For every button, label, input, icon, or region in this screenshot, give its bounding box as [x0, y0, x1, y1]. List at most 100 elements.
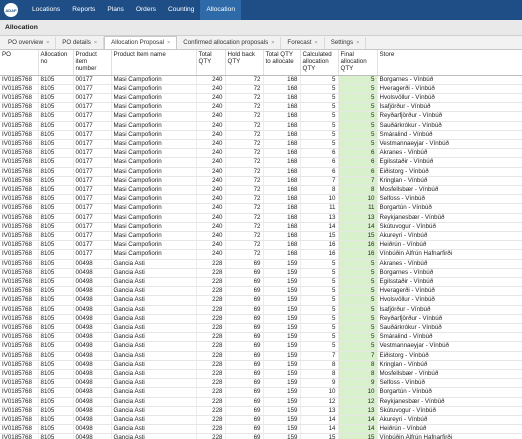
table-row[interactable]: IV0185768 8105 00177 Masi Campofiorin 240 72 1…: [0, 102, 522, 113]
cell-final-allocation-qty[interactable]: 8: [338, 185, 378, 196]
column-header-product-item-number[interactable]: Product item number: [73, 50, 112, 76]
cell-final-allocation-qty[interactable]: 5: [338, 93, 378, 104]
close-icon[interactable]: ×: [315, 37, 318, 49]
table-row[interactable]: IV0185768 8105 00177 Masi Campofiorin 240 72 1…: [0, 157, 522, 168]
table-row[interactable]: IV0185768 8105 00177 Masi Campofiorin 240 72 1…: [0, 185, 522, 196]
nav-item-counting[interactable]: Counting: [162, 0, 200, 20]
cell-final-allocation-qty[interactable]: 15: [338, 433, 378, 439]
close-icon[interactable]: ×: [356, 37, 359, 49]
table-row[interactable]: IV0185768 8105 00177 Masi Campofiorin 240 72 1…: [0, 75, 522, 85]
nav-item-plans[interactable]: Plans: [101, 0, 130, 20]
column-header-total-qty[interactable]: Total QTY: [196, 50, 226, 76]
column-header-po[interactable]: PO: [0, 50, 39, 76]
tab-confirmed-allocation-proposals[interactable]: Confirmed allocation proposals ×: [177, 37, 282, 49]
cell-final-allocation-qty[interactable]: 14: [338, 415, 378, 426]
table-row[interactable]: IV0185768 8105 00498 Gancia Asti 228 69 159 5 5 A…: [0, 259, 522, 269]
cell-final-allocation-qty[interactable]: 5: [338, 295, 378, 306]
cell-final-allocation-qty[interactable]: 16: [338, 240, 378, 251]
table-row[interactable]: IV0185768 8105 00498 Gancia Asti 228 69 159 5 5 B…: [0, 268, 522, 278]
table-row[interactable]: IV0185768 8105 00498 Gancia Asti 228 69 159 13 1…: [0, 406, 522, 417]
table-row[interactable]: IV0185768 8105 00177 Masi Campofiorin 240 72 1…: [0, 249, 522, 260]
table-row[interactable]: IV0185768 8105 00498 Gancia Asti 228 69 159 9 9 S…: [0, 378, 522, 389]
close-icon[interactable]: ×: [271, 37, 274, 49]
cell-final-allocation-qty[interactable]: 5: [338, 268, 378, 278]
cell-final-allocation-qty[interactable]: 10: [338, 194, 378, 205]
table-row[interactable]: IV0185768 8105 00177 Masi Campofiorin 240 72 1…: [0, 93, 522, 104]
tab-allocation-proposal[interactable]: Allocation Proposal ×: [104, 36, 178, 49]
nav-item-reports[interactable]: Reports: [66, 0, 101, 20]
cell-final-allocation-qty[interactable]: 5: [338, 111, 378, 122]
table-row[interactable]: IV0185768 8105 00177 Masi Campofiorin 240 72 1…: [0, 231, 522, 242]
cell-final-allocation-qty[interactable]: 5: [338, 323, 378, 334]
cell-final-allocation-qty[interactable]: 10: [338, 387, 378, 398]
table-row[interactable]: IV0185768 8105 00177 Masi Campofiorin 240 72 1…: [0, 111, 522, 122]
table-row[interactable]: IV0185768 8105 00498 Gancia Asti 228 69 159 8 8 M…: [0, 369, 522, 380]
cell-final-allocation-qty[interactable]: 5: [338, 314, 378, 324]
cell-final-allocation-qty[interactable]: 5: [338, 121, 378, 131]
cell-final-allocation-qty[interactable]: 5: [338, 259, 378, 269]
table-row[interactable]: IV0185768 8105 00177 Masi Campofiorin 240 72 1…: [0, 84, 522, 94]
close-icon[interactable]: ×: [94, 37, 97, 49]
nav-item-locations[interactable]: Locations: [26, 0, 66, 20]
cell-final-allocation-qty[interactable]: 6: [338, 167, 378, 177]
cell-final-allocation-qty[interactable]: 5: [338, 102, 378, 113]
cell-final-allocation-qty[interactable]: 13: [338, 213, 378, 223]
table-row[interactable]: IV0185768 8105 00498 Gancia Asti 228 69 159 5 5 V…: [0, 341, 522, 352]
table-row[interactable]: IV0185768 8105 00498 Gancia Asti 228 69 159 7 7 E…: [0, 351, 522, 361]
cell-final-allocation-qty[interactable]: 5: [338, 75, 378, 85]
cell-final-allocation-qty[interactable]: 8: [338, 360, 378, 371]
table-row[interactable]: IV0185768 8105 00177 Masi Campofiorin 240 72 1…: [0, 167, 522, 177]
cell-final-allocation-qty[interactable]: 5: [338, 341, 378, 352]
table-row[interactable]: IV0185768 8105 00498 Gancia Asti 228 69 159 5 5 S…: [0, 323, 522, 334]
table-row[interactable]: IV0185768 8105 00177 Masi Campofiorin 240 72 1…: [0, 194, 522, 205]
table-row[interactable]: IV0185768 8105 00177 Masi Campofiorin 240 72 1…: [0, 176, 522, 186]
table-row[interactable]: IV0185768 8105 00177 Masi Campofiorin 240 72 1…: [0, 148, 522, 159]
tab-forecast[interactable]: Forecast ×: [281, 37, 325, 49]
column-header-store[interactable]: Store: [377, 50, 522, 76]
cell-final-allocation-qty[interactable]: 14: [338, 424, 378, 435]
cell-final-allocation-qty[interactable]: 6: [338, 157, 378, 168]
column-header-total-qty-to-allocate[interactable]: Total QTY to allocate: [263, 50, 301, 76]
cell-final-allocation-qty[interactable]: 5: [338, 139, 378, 150]
table-row[interactable]: IV0185768 8105 00498 Gancia Asti 228 69 159 15 1…: [0, 433, 522, 439]
nav-item-allocation[interactable]: Allocation: [200, 0, 241, 20]
cell-final-allocation-qty[interactable]: 7: [338, 176, 378, 186]
cell-final-allocation-qty[interactable]: 5: [338, 305, 378, 315]
column-header-product-item-name[interactable]: Product Item name: [111, 50, 197, 76]
table-row[interactable]: IV0185768 8105 00498 Gancia Asti 228 69 159 5 5 Í…: [0, 305, 522, 315]
table-row[interactable]: IV0185768 8105 00498 Gancia Asti 228 69 159 14 1…: [0, 415, 522, 426]
table-row[interactable]: IV0185768 8105 00498 Gancia Asti 228 69 159 10 1…: [0, 387, 522, 398]
tab-po-overview[interactable]: PO overview ×: [2, 37, 57, 49]
cell-final-allocation-qty[interactable]: 5: [338, 332, 378, 343]
column-header-hold-back-qty[interactable]: Hold back QTY: [225, 50, 264, 76]
table-row[interactable]: IV0185768 8105 00498 Gancia Asti 228 69 159 8 8 K…: [0, 360, 522, 371]
column-header-calculated-allocation-qty[interactable]: Calculated allocation QTY: [300, 50, 339, 76]
nav-item-orders[interactable]: Orders: [130, 0, 162, 20]
cell-final-allocation-qty[interactable]: 11: [338, 203, 378, 214]
table-row[interactable]: IV0185768 8105 00498 Gancia Asti 228 69 159 12 1…: [0, 397, 522, 407]
cell-final-allocation-qty[interactable]: 5: [338, 130, 378, 140]
table-row[interactable]: IV0185768 8105 00498 Gancia Asti 228 69 159 5 5 E…: [0, 277, 522, 288]
table-row[interactable]: IV0185768 8105 00177 Masi Campofiorin 240 72 1…: [0, 130, 522, 140]
table-row[interactable]: IV0185768 8105 00498 Gancia Asti 228 69 159 5 5 H…: [0, 286, 522, 297]
table-row[interactable]: IV0185768 8105 00498 Gancia Asti 228 69 159 5 5 H…: [0, 295, 522, 306]
cell-final-allocation-qty[interactable]: 5: [338, 277, 378, 288]
table-row[interactable]: IV0185768 8105 00177 Masi Campofiorin 240 72 1…: [0, 203, 522, 214]
cell-final-allocation-qty[interactable]: 13: [338, 406, 378, 417]
cell-final-allocation-qty[interactable]: 8: [338, 369, 378, 380]
app-logo[interactable]: ADAP: [4, 3, 18, 17]
close-icon[interactable]: ×: [46, 37, 49, 49]
table-row[interactable]: IV0185768 8105 00177 Masi Campofiorin 240 72 1…: [0, 213, 522, 223]
table-row[interactable]: IV0185768 8105 00498 Gancia Asti 228 69 159 14 1…: [0, 424, 522, 435]
cell-final-allocation-qty[interactable]: 14: [338, 222, 378, 232]
cell-final-allocation-qty[interactable]: 9: [338, 378, 378, 389]
table-row[interactable]: IV0185768 8105 00498 Gancia Asti 228 69 159 5 5 S…: [0, 332, 522, 343]
column-header-allocation-no[interactable]: Allocation no: [38, 50, 74, 76]
table-row[interactable]: IV0185768 8105 00177 Masi Campofiorin 240 72 1…: [0, 121, 522, 131]
table-row[interactable]: IV0185768 8105 00177 Masi Campofiorin 240 72 1…: [0, 139, 522, 150]
cell-final-allocation-qty[interactable]: 5: [338, 84, 378, 94]
cell-final-allocation-qty[interactable]: 15: [338, 231, 378, 242]
column-header-final-allocation-qty[interactable]: Final allocation QTY: [338, 50, 378, 76]
tab-settings[interactable]: Settings ×: [325, 37, 367, 49]
cell-final-allocation-qty[interactable]: 7: [338, 351, 378, 361]
